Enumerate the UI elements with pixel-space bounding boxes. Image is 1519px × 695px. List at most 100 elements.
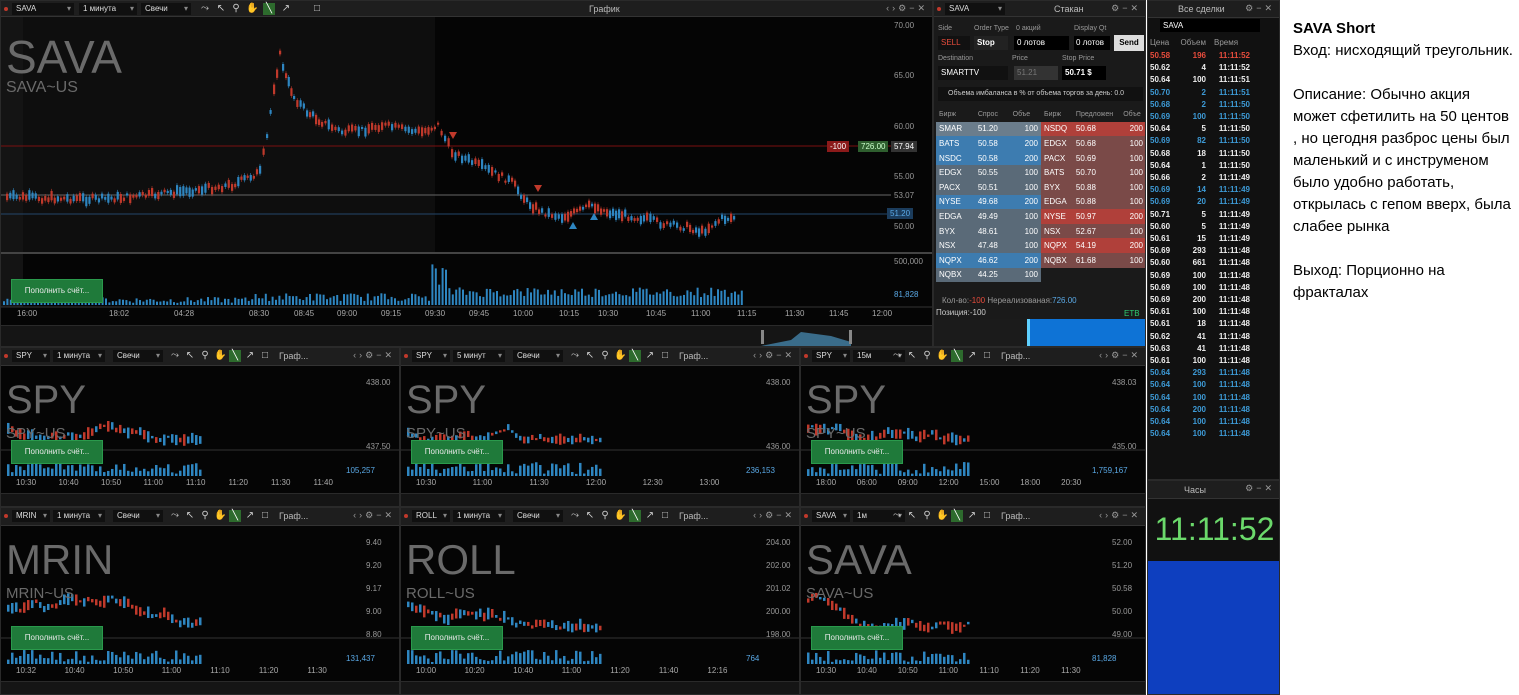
pointer-icon[interactable]: ↖ <box>906 350 918 362</box>
ask-row[interactable]: EDGA 50.88 100 <box>1041 194 1145 210</box>
drawing-tools-icon[interactable]: ⤳ <box>169 510 181 522</box>
trendline-icon[interactable]: ╲ <box>951 510 963 522</box>
arrow-icon[interactable]: ↗ <box>644 350 656 362</box>
fund-account-button[interactable]: Пополнить счёт... <box>411 440 503 464</box>
pointer-icon[interactable]: ↖ <box>184 350 196 362</box>
arrow-icon[interactable]: ↗ <box>644 510 656 522</box>
hand-icon[interactable]: ✋ <box>936 510 948 522</box>
ask-row[interactable]: NQBX 61.68 100 <box>1041 252 1145 268</box>
window-controls[interactable]: ⚙−✕ <box>1111 3 1141 14</box>
drawing-tools-icon[interactable]: ⤳ <box>891 350 903 362</box>
trades-symbol-select[interactable]: SAVA <box>1160 19 1260 32</box>
bid-row[interactable]: BATS 50.58 200 <box>936 136 1041 151</box>
timeframe-select[interactable]: 1 минута <box>453 510 505 522</box>
timeframe-select[interactable]: 1 минута <box>53 350 105 362</box>
hand-icon[interactable]: ✋ <box>246 3 258 15</box>
ask-row[interactable]: EDGX 50.68 100 <box>1041 136 1145 151</box>
hand-icon[interactable]: ✋ <box>214 350 226 362</box>
bid-row[interactable]: EDGA 49.49 100 <box>936 209 1041 224</box>
time-scrollbar[interactable] <box>401 681 799 694</box>
order-type-select[interactable]: Stop <box>974 36 1008 50</box>
chart-type-select[interactable]: Свечи <box>113 510 163 522</box>
bid-row[interactable]: SMAR 51.20 100 <box>936 121 1041 137</box>
trendline-icon[interactable]: ╲ <box>629 350 641 362</box>
fund-account-button[interactable]: Пополнить счёт... <box>411 626 503 650</box>
drawing-tools-icon[interactable]: ⤳ <box>891 510 903 522</box>
trendline-icon[interactable]: ╲ <box>951 350 963 362</box>
pointer-icon[interactable]: ↖ <box>584 510 596 522</box>
zoom-icon[interactable]: ⚲ <box>230 3 242 15</box>
rectangle-icon[interactable]: □ <box>311 3 323 15</box>
order-qty-label[interactable]: -100 <box>827 141 850 152</box>
chart-type-select[interactable]: Свечи <box>513 510 563 522</box>
link-dot-icon[interactable] <box>804 514 808 518</box>
pointer-icon[interactable]: ↖ <box>906 510 918 522</box>
ask-row[interactable]: NQPX 54.19 200 <box>1041 238 1145 253</box>
ask-row[interactable]: PACX 50.69 100 <box>1041 150 1145 166</box>
symbol-select[interactable]: SPY <box>12 350 50 362</box>
rectangle-icon[interactable]: □ <box>659 510 671 522</box>
symbol-select[interactable]: SAVA <box>812 510 850 522</box>
trendline-icon[interactable]: ╲ <box>263 3 275 15</box>
side-select[interactable]: SELL <box>938 36 970 50</box>
rectangle-icon[interactable]: □ <box>259 510 271 522</box>
zoom-icon[interactable]: ⚲ <box>921 510 933 522</box>
pointer-icon[interactable]: ↖ <box>184 510 196 522</box>
arrow-icon[interactable]: ↗ <box>966 510 978 522</box>
ask-row[interactable]: BATS 50.70 100 <box>1041 165 1145 180</box>
time-scrollbar[interactable] <box>801 681 1145 694</box>
bid-row[interactable]: NQPX 46.62 200 <box>936 252 1041 268</box>
symbol-select[interactable]: MRIN <box>12 510 50 522</box>
pointer-icon[interactable]: ↖ <box>215 3 227 15</box>
arrow-icon[interactable]: ↗ <box>280 3 292 15</box>
arrow-icon[interactable]: ↗ <box>244 350 256 362</box>
chart-type-select[interactable]: Свечи <box>113 350 163 362</box>
window-controls[interactable]: ⚙−✕ <box>1245 3 1275 14</box>
fund-account-button[interactable]: Пополнить счёт... <box>811 626 903 650</box>
order-symbol-select[interactable]: SAVA <box>945 3 1005 15</box>
timeframe-select[interactable]: 5 минут <box>453 350 505 362</box>
fund-account-button[interactable]: Пополнить счёт... <box>11 626 103 650</box>
zoom-icon[interactable]: ⚲ <box>599 350 611 362</box>
hand-icon[interactable]: ✋ <box>614 510 626 522</box>
hand-icon[interactable]: ✋ <box>614 350 626 362</box>
window-controls[interactable]: ‹›⚙−✕ <box>353 350 395 361</box>
price-input[interactable]: 51.21 <box>1014 66 1058 80</box>
arrow-icon[interactable]: ↗ <box>966 350 978 362</box>
bid-row[interactable]: NQBX 44.25 100 <box>936 267 1041 283</box>
link-dot-icon[interactable] <box>404 514 408 518</box>
window-controls[interactable]: ‹›⚙−✕ <box>886 3 928 14</box>
link-dot-icon[interactable] <box>4 354 8 358</box>
destination-select[interactable]: SMARTTV <box>938 66 1008 80</box>
window-controls[interactable]: ‹›⚙−✕ <box>753 350 795 361</box>
timeframe-select[interactable]: 1 минута <box>79 3 137 15</box>
drawing-tools-icon[interactable]: ⤳ <box>199 3 211 15</box>
link-dot-icon[interactable] <box>4 7 8 11</box>
bid-row[interactable]: BYX 48.61 100 <box>936 223 1041 239</box>
link-dot-icon[interactable] <box>804 354 808 358</box>
drawing-tools-icon[interactable]: ⤳ <box>569 510 581 522</box>
window-controls[interactable]: ‹›⚙−✕ <box>353 510 395 521</box>
zoom-icon[interactable]: ⚲ <box>199 510 211 522</box>
rectangle-icon[interactable]: □ <box>981 350 993 362</box>
zoom-icon[interactable]: ⚲ <box>199 350 211 362</box>
fund-account-button[interactable]: Пополнить счёт... <box>11 440 103 464</box>
trendline-icon[interactable]: ╲ <box>229 510 241 522</box>
zoom-icon[interactable]: ⚲ <box>921 350 933 362</box>
chart-type-select[interactable]: Свечи <box>513 350 563 362</box>
ask-row[interactable]: NSDQ 50.68 200 <box>1041 121 1145 137</box>
time-scrollbar[interactable] <box>401 493 799 506</box>
time-scrollbar[interactable] <box>1 681 399 694</box>
rectangle-icon[interactable]: □ <box>259 350 271 362</box>
drawing-tools-icon[interactable]: ⤳ <box>569 350 581 362</box>
fund-account-button[interactable]: Пополнить счёт... <box>811 440 903 464</box>
hand-icon[interactable]: ✋ <box>214 510 226 522</box>
display-qty-input[interactable]: 0 лотов <box>1074 36 1110 50</box>
time-scrollbar[interactable] <box>1 493 399 506</box>
link-dot-icon[interactable] <box>404 354 408 358</box>
zoom-icon[interactable]: ⚲ <box>599 510 611 522</box>
hand-icon[interactable]: ✋ <box>936 350 948 362</box>
ask-row[interactable]: BYX 50.88 100 <box>1041 179 1145 195</box>
window-controls[interactable]: ‹›⚙−✕ <box>1099 510 1141 521</box>
bid-row[interactable]: PACX 50.51 100 <box>936 179 1041 195</box>
